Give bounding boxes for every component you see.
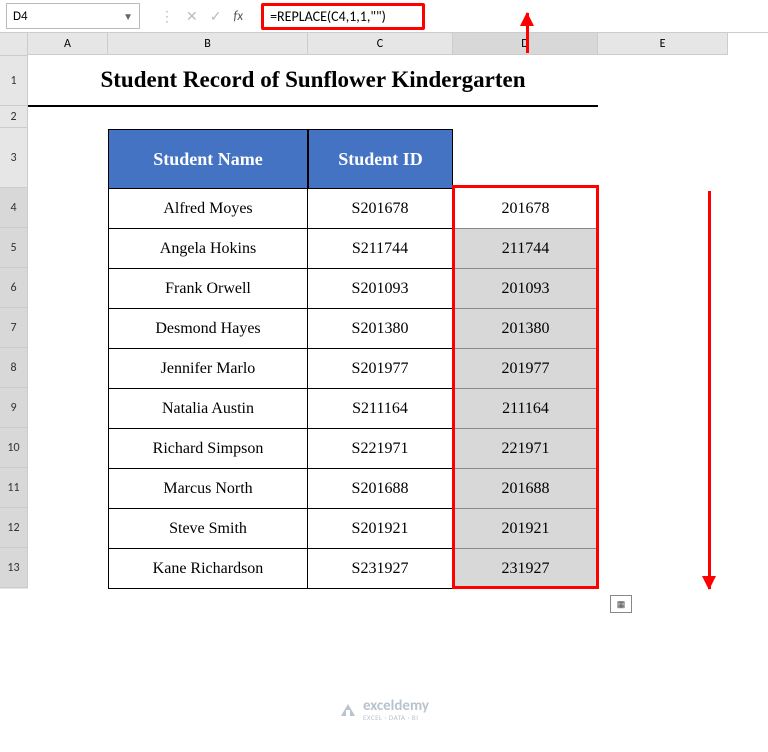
table-row: Angela Hokins S211744 211744: [28, 229, 728, 269]
cell-output[interactable]: 201093: [453, 269, 598, 309]
table-row: Kane Richardson S231927 231927: [28, 549, 728, 589]
cell-output[interactable]: 201977: [453, 349, 598, 389]
select-all-corner[interactable]: [0, 33, 28, 56]
table-row: Richard Simpson S221971 221971: [28, 429, 728, 469]
col-header-e[interactable]: E: [598, 33, 728, 55]
cell-output[interactable]: 201921: [453, 509, 598, 549]
col-header-c[interactable]: C: [308, 33, 453, 55]
cell-output[interactable]: 231927: [453, 549, 598, 589]
col-header-a[interactable]: A: [28, 33, 108, 55]
name-box[interactable]: D4 ▼: [6, 3, 140, 29]
cell-a3[interactable]: [28, 129, 108, 189]
row-header-6[interactable]: 6: [0, 268, 28, 308]
row-header-11[interactable]: 11: [0, 468, 28, 508]
cell-name[interactable]: Jennifer Marlo: [108, 349, 308, 389]
cell-name[interactable]: Desmond Hayes: [108, 309, 308, 349]
cell-name[interactable]: Frank Orwell: [108, 269, 308, 309]
header-row: Student Name Student ID: [28, 129, 728, 189]
formula-bar[interactable]: =REPLACE(C4,1,1,""): [253, 4, 768, 28]
row-header-5[interactable]: 5: [0, 228, 28, 268]
row-headers: 1 2 3 4 5 6 7 8 9 10 11 12 13: [0, 33, 28, 589]
table-row: Steve Smith S201921 201921: [28, 509, 728, 549]
header-student-name[interactable]: Student Name: [108, 129, 308, 189]
formula-bar-row: D4 ▼ ⋮ ✕ ✓ fx =REPLACE(C4,1,1,""): [0, 0, 768, 33]
cell-name[interactable]: Steve Smith: [108, 509, 308, 549]
cancel-icon[interactable]: ✕: [186, 8, 198, 25]
table-row: Natalia Austin S211164 211164: [28, 389, 728, 429]
cell-id[interactable]: S211744: [308, 229, 453, 269]
cell-name[interactable]: Alfred Moyes: [108, 189, 308, 229]
cell-output[interactable]: 211744: [453, 229, 598, 269]
title-row[interactable]: Student Record of Sunflower Kindergarten: [28, 55, 598, 107]
cell-name[interactable]: Marcus North: [108, 469, 308, 509]
cell-id[interactable]: S231927: [308, 549, 453, 589]
row-header-2[interactable]: 2: [0, 106, 28, 128]
cell-name[interactable]: Richard Simpson: [108, 429, 308, 469]
row-header-3[interactable]: 3: [0, 128, 28, 188]
cell-output[interactable]: 201688: [453, 469, 598, 509]
cell-id[interactable]: S201977: [308, 349, 453, 389]
row-header-10[interactable]: 10: [0, 428, 28, 468]
cell-name[interactable]: Natalia Austin: [108, 389, 308, 429]
row-header-12[interactable]: 12: [0, 508, 28, 548]
cell-output[interactable]: 211164: [453, 389, 598, 429]
autofill-options-icon[interactable]: ▦: [610, 595, 632, 613]
table-row: Frank Orwell S201093 201093: [28, 269, 728, 309]
name-box-value: D4: [13, 9, 123, 24]
table-row: Jennifer Marlo S201977 201977: [28, 349, 728, 389]
header-student-id[interactable]: Student ID: [308, 129, 453, 189]
formula-text: =REPLACE(C4,1,1,""): [261, 3, 425, 30]
cell-id[interactable]: S201688: [308, 469, 453, 509]
row-header-13[interactable]: 13: [0, 548, 28, 588]
dots-icon: ⋮: [160, 8, 174, 25]
logo-icon: [339, 701, 357, 719]
row-header-8[interactable]: 8: [0, 348, 28, 388]
chevron-down-icon[interactable]: ▼: [123, 10, 133, 23]
grid: Student Record of Sunflower Kindergarten…: [28, 55, 728, 589]
row-header-1[interactable]: 1: [0, 56, 28, 106]
column-headers: A B C D E: [28, 33, 728, 55]
table-row: Marcus North S201688 201688: [28, 469, 728, 509]
cell-name[interactable]: Angela Hokins: [108, 229, 308, 269]
grid-wrap: A B C D E Student Record of Sunflower Ki…: [28, 33, 728, 589]
table-row: Desmond Hayes S201380 201380: [28, 309, 728, 349]
enter-icon[interactable]: ✓: [210, 8, 222, 25]
cell-output[interactable]: 201678: [453, 189, 598, 229]
annotation-arrow-down: [708, 191, 711, 589]
cell-id[interactable]: S201093: [308, 269, 453, 309]
cell-output[interactable]: 201380: [453, 309, 598, 349]
worksheet: 1 2 3 4 5 6 7 8 9 10 11 12 13 A B C D E …: [0, 33, 768, 589]
row-2-blank[interactable]: [28, 107, 728, 129]
cell-output[interactable]: 221971: [453, 429, 598, 469]
cell-id[interactable]: S221971: [308, 429, 453, 469]
row-header-7[interactable]: 7: [0, 308, 28, 348]
cell-id[interactable]: S201678: [308, 189, 453, 229]
row-header-4[interactable]: 4: [0, 188, 28, 228]
fx-icon[interactable]: fx: [233, 9, 243, 24]
col-header-b[interactable]: B: [108, 33, 308, 55]
watermark: exceldemy EXCEL · DATA · BI: [339, 697, 429, 722]
cell-name[interactable]: Kane Richardson: [108, 549, 308, 589]
row-header-9[interactable]: 9: [0, 388, 28, 428]
page-title: Student Record of Sunflower Kindergarten: [100, 67, 525, 93]
formula-bar-icons: ⋮ ✕ ✓ fx: [150, 8, 253, 25]
cell-id[interactable]: S201921: [308, 509, 453, 549]
cell-id[interactable]: S211164: [308, 389, 453, 429]
table-row: Alfred Moyes S201678 201678: [28, 189, 728, 229]
annotation-arrow-up: [526, 13, 529, 53]
cell-id[interactable]: S201380: [308, 309, 453, 349]
